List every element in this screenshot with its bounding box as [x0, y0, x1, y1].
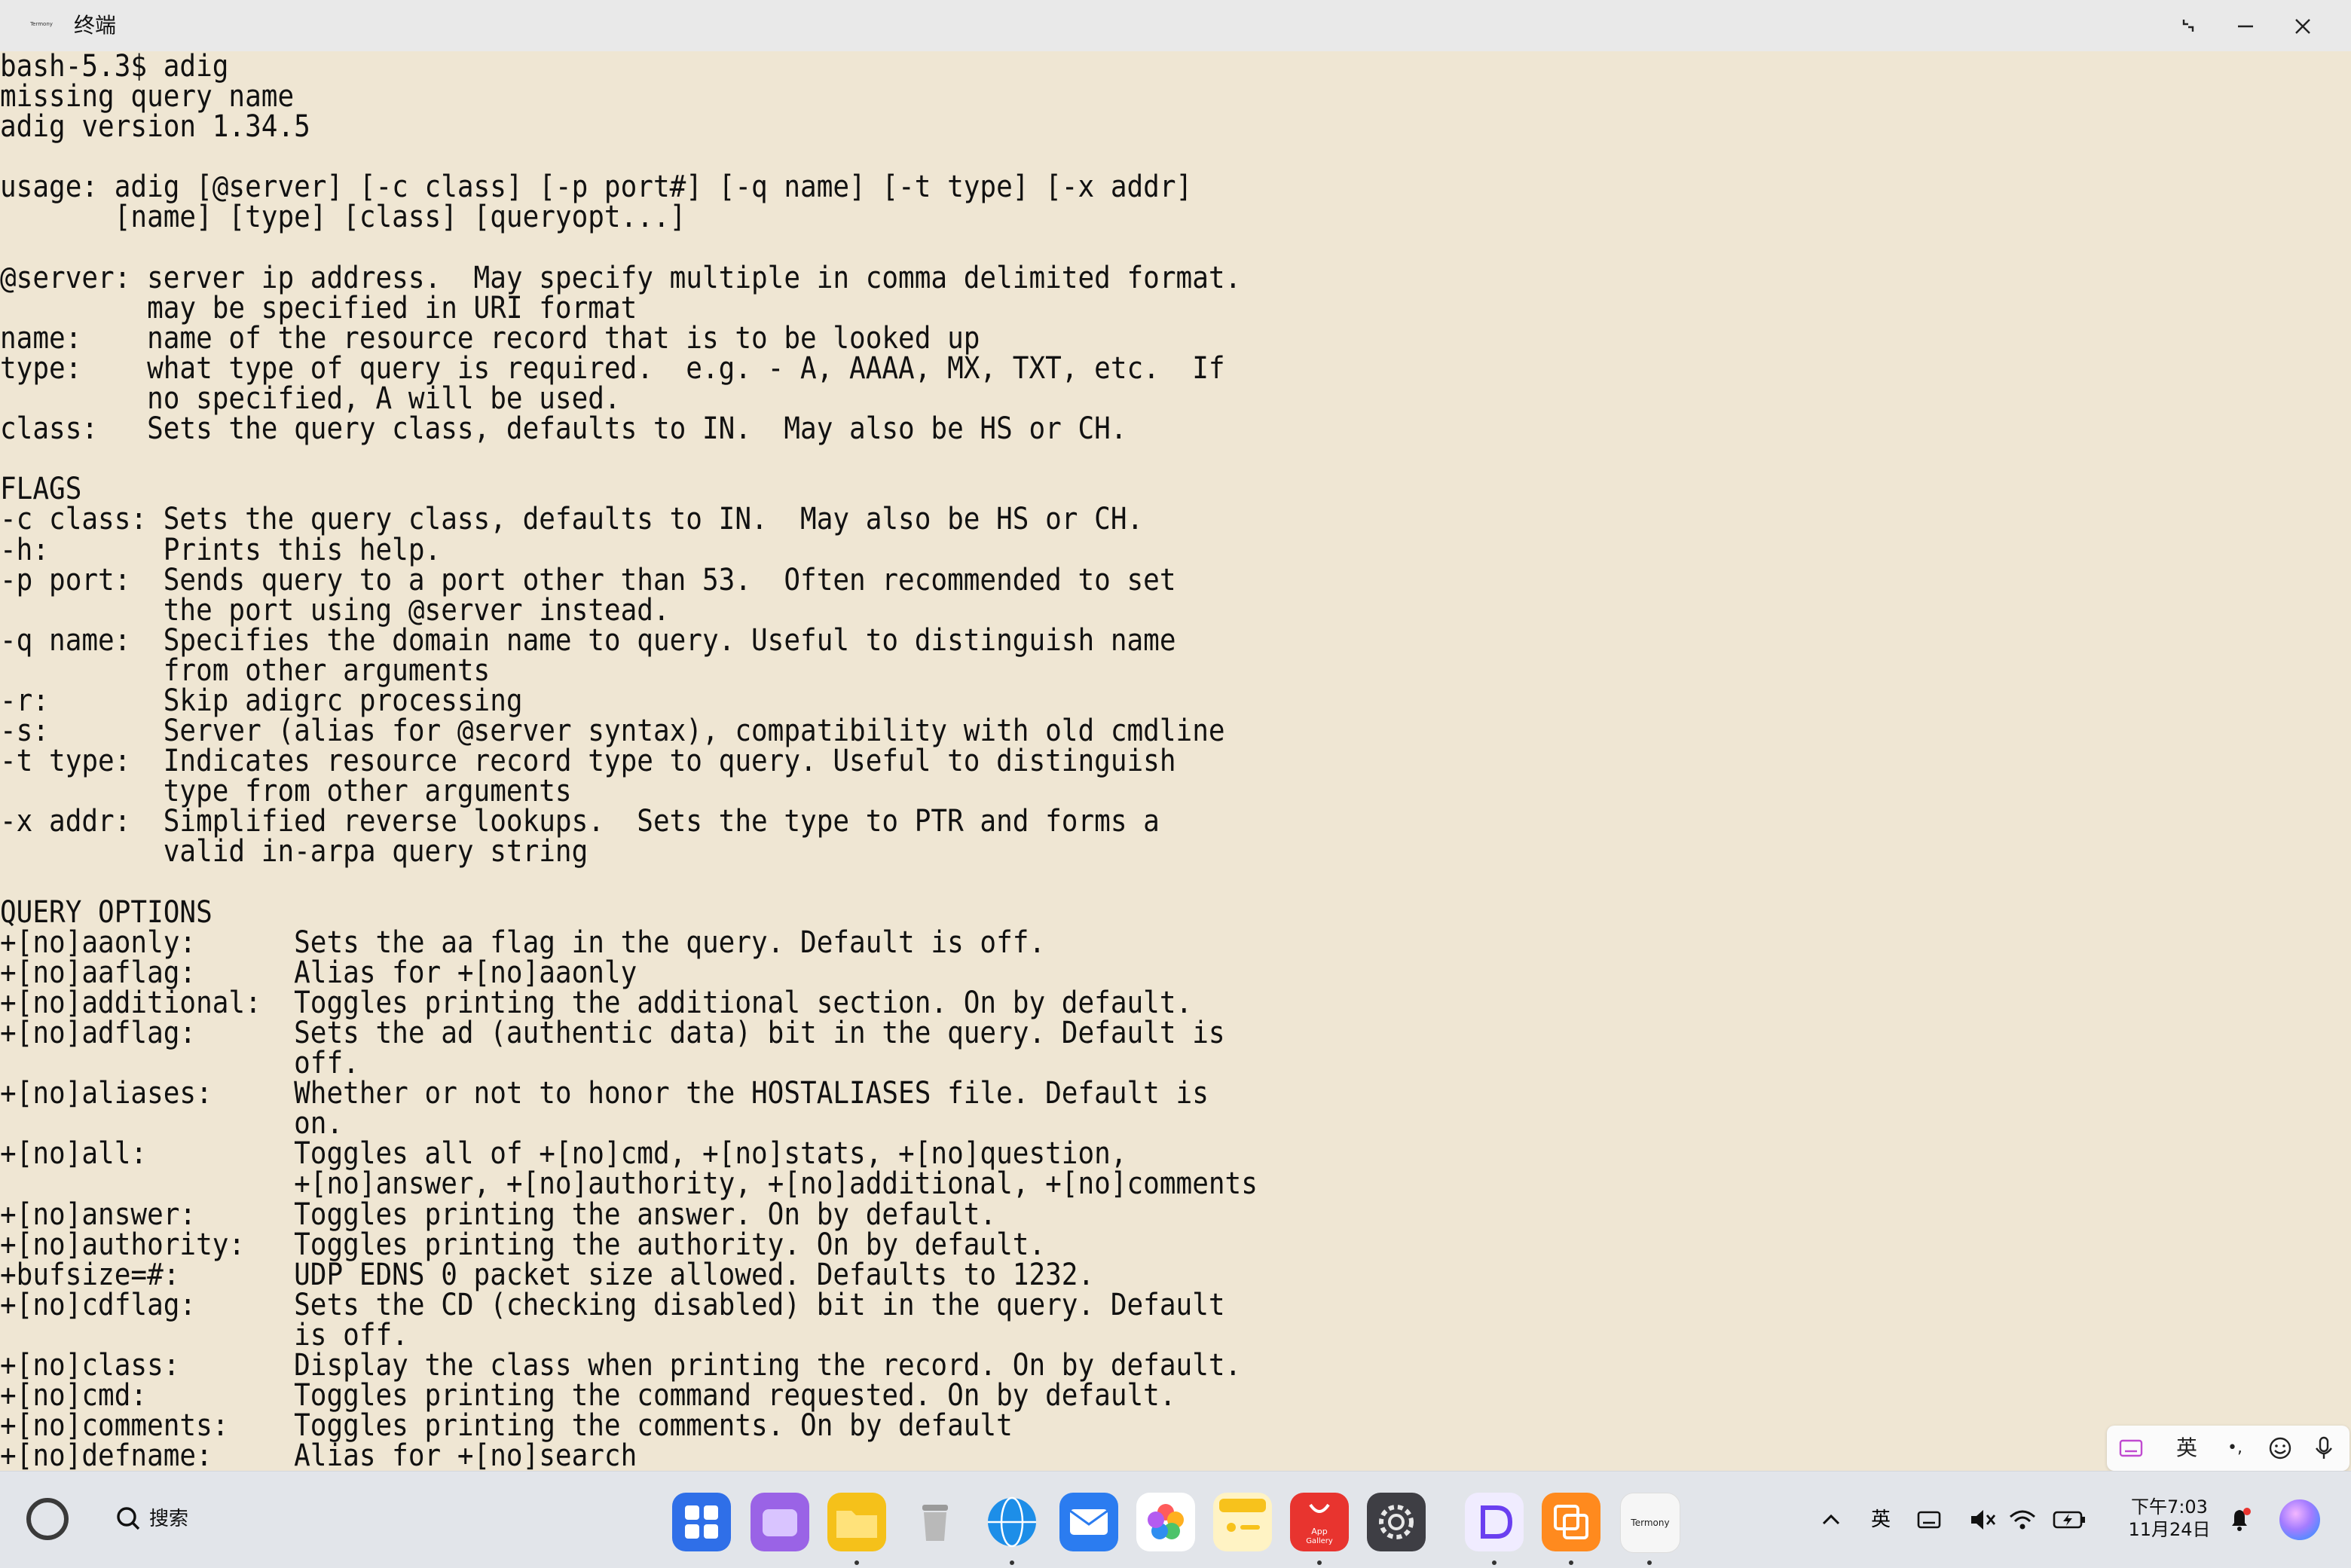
terminal-output-area[interactable]: bash-5.3$ adig missing query name adig v… [0, 51, 2351, 1471]
search-icon [117, 1507, 140, 1530]
tray-keyboard-button[interactable] [1912, 1503, 1946, 1536]
tray-wifi-button[interactable] [2006, 1503, 2039, 1536]
ime-keyboard-icon[interactable] [2116, 1433, 2146, 1463]
notes-icon [763, 1509, 797, 1536]
running-indicator [854, 1560, 859, 1565]
dock-recycle-bin[interactable] [906, 1493, 965, 1551]
clock-time: 下午7:03 [2131, 1496, 2208, 1518]
tray-battery-button[interactable] [2051, 1503, 2087, 1536]
search-label: 搜索 [149, 1508, 189, 1530]
svg-text:App: App [1311, 1527, 1328, 1536]
folder-icon [836, 1511, 877, 1538]
assistant-orb-icon [2279, 1499, 2320, 1540]
termony-icon: Termony [1630, 1518, 1669, 1528]
memo-icon [1219, 1499, 1266, 1532]
keyboard-icon [1917, 1511, 1941, 1529]
grid-icon [685, 1505, 718, 1539]
shopping-bag-icon: App Gallery [1306, 1503, 1333, 1545]
restore-window-button[interactable] [2166, 11, 2211, 41]
dock-editor[interactable] [1465, 1493, 1524, 1551]
trash-icon [922, 1505, 948, 1541]
start-button[interactable] [26, 1497, 69, 1541]
gear-icon [1379, 1505, 1414, 1539]
close-window-button[interactable] [2280, 11, 2325, 41]
ime-language-toggle[interactable]: 英 [2172, 1433, 2202, 1463]
tray-input-language[interactable]: 英 [1866, 1503, 1896, 1536]
clock[interactable]: 下午7:03 11月24日 [2120, 1496, 2218, 1541]
windows-stack-icon [1554, 1505, 1588, 1539]
svg-text:Gallery: Gallery [1306, 1537, 1333, 1545]
clock-date: 11月24日 [2128, 1519, 2211, 1540]
ime-toolbar: 英 •, [2107, 1426, 2349, 1471]
assistant-button[interactable] [2277, 1497, 2322, 1542]
dock-memo[interactable] [1213, 1493, 1272, 1551]
flower-icon [1148, 1504, 1184, 1539]
window-title: 终端 [74, 13, 117, 38]
dock-browser[interactable] [983, 1493, 1041, 1551]
dock-launcher[interactable] [672, 1493, 731, 1551]
keyboard-icon [2119, 1439, 2143, 1457]
dock-files[interactable] [827, 1493, 886, 1551]
microphone-icon [2316, 1436, 2332, 1459]
taskbar-search[interactable]: 搜索 [110, 1500, 188, 1538]
svg-text:Termony: Termony [1630, 1518, 1669, 1528]
restore-icon [2182, 20, 2194, 32]
taskbar: 搜索 App Gallery Termony 英 下午7:03 11月24日 [0, 1471, 2351, 1568]
window-titlebar: Termony 终端 [0, 0, 2351, 51]
battery-charging-icon [2053, 1511, 2085, 1529]
dock-app-gallery[interactable]: App Gallery [1290, 1493, 1349, 1551]
dock-multi-window[interactable] [1542, 1493, 1600, 1551]
running-indicator [1010, 1560, 1014, 1565]
notification-button[interactable] [2223, 1503, 2256, 1536]
ime-voice-button[interactable] [2309, 1433, 2339, 1463]
minimize-icon [2238, 25, 2253, 28]
dock-gallery[interactable] [1136, 1493, 1195, 1551]
tray-volume-button[interactable] [1965, 1503, 1998, 1536]
close-icon [2295, 19, 2310, 34]
editor-d-icon [1481, 1505, 1513, 1539]
termony-app-icon: Termony [30, 21, 53, 27]
running-indicator [1492, 1560, 1497, 1565]
smiley-icon [2269, 1437, 2291, 1459]
dock-settings[interactable] [1367, 1493, 1426, 1551]
dock-termony[interactable]: Termony [1620, 1493, 1680, 1553]
terminal-text: bash-5.3$ adig missing query name adig v… [0, 51, 1258, 1471]
wifi-icon [2010, 1510, 2035, 1530]
ime-punctuation-toggle[interactable]: •, [2220, 1433, 2250, 1463]
chevron-up-icon [1822, 1514, 1840, 1525]
mail-icon [1069, 1509, 1108, 1535]
running-indicator [1569, 1560, 1573, 1565]
running-indicator [1317, 1560, 1322, 1565]
bell-icon [2232, 1508, 2251, 1531]
tray-expand-button[interactable] [1816, 1503, 1846, 1536]
running-indicator [1647, 1560, 1652, 1565]
ime-emoji-button[interactable] [2265, 1433, 2295, 1463]
dock-notes[interactable] [751, 1493, 809, 1551]
start-circle-icon [26, 1498, 69, 1540]
globe-icon [988, 1496, 1036, 1548]
volume-muted-icon [1971, 1510, 1996, 1530]
dock-email[interactable] [1059, 1493, 1118, 1551]
minimize-window-button[interactable] [2223, 11, 2268, 41]
